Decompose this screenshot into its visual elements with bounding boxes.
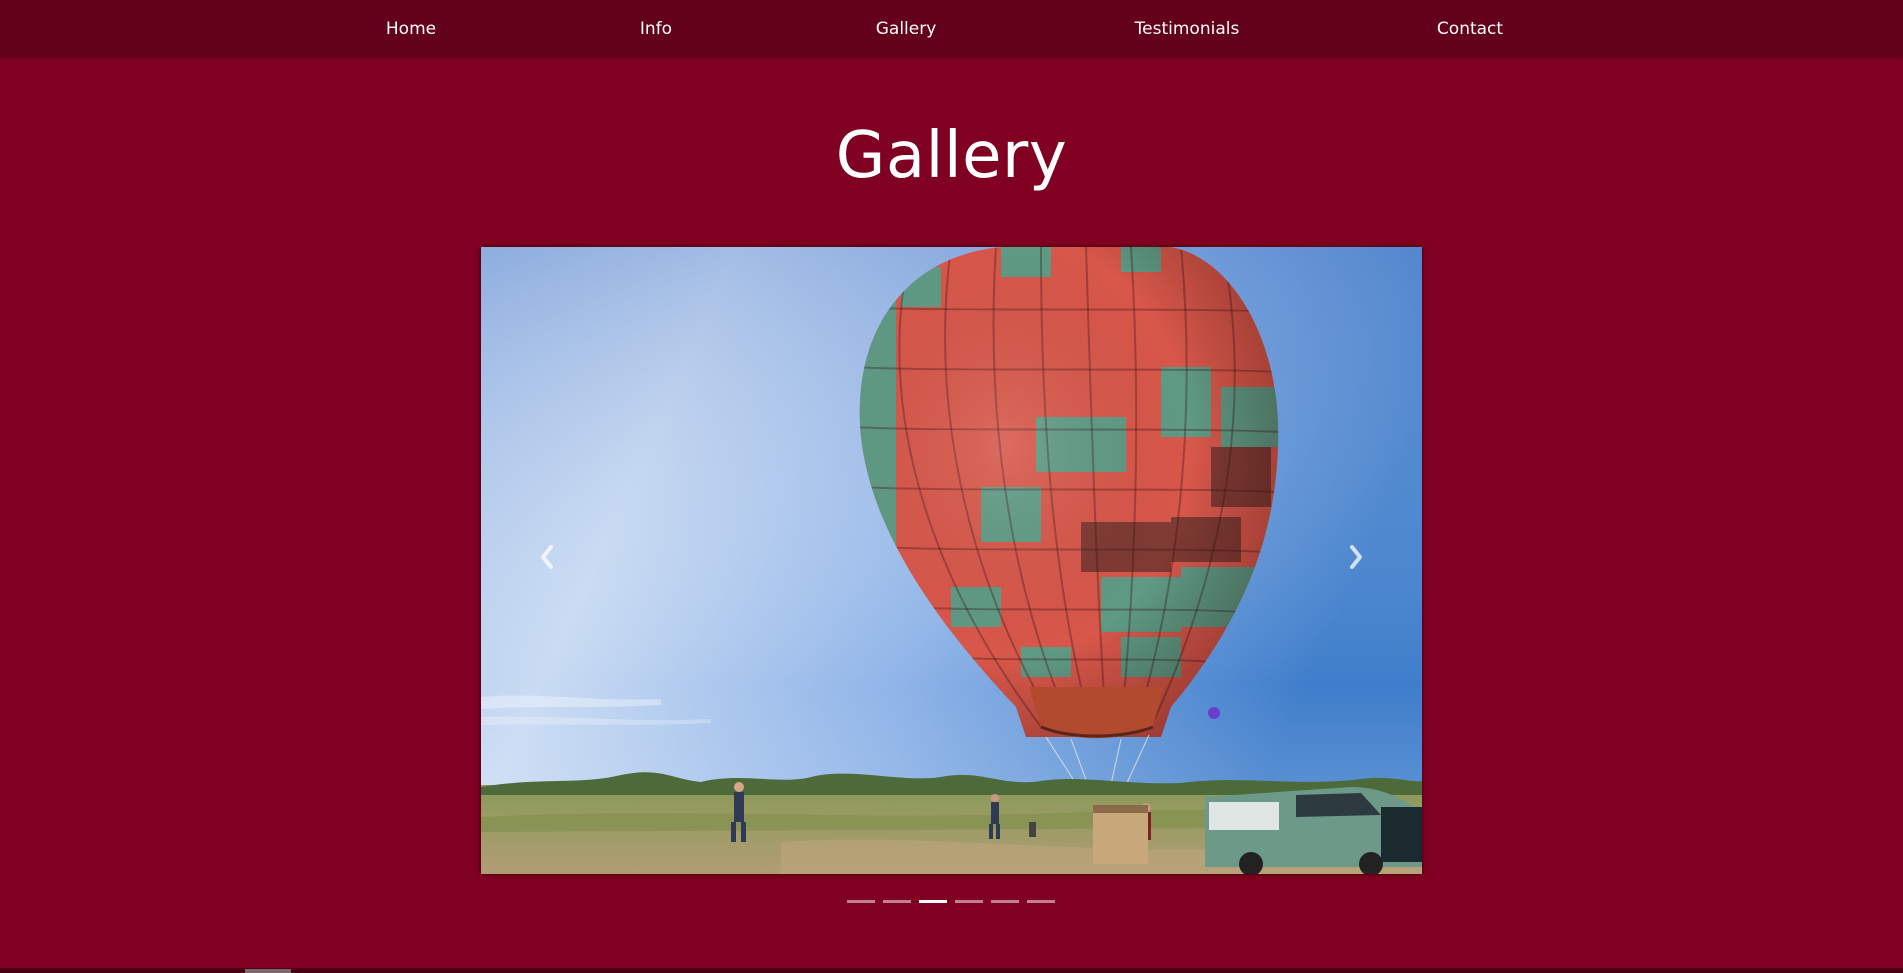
page-title: Gallery [835, 119, 1068, 193]
carousel-indicator-4[interactable] [955, 900, 983, 903]
scrollbar-thumb[interactable] [245, 969, 291, 973]
gallery-carousel [481, 247, 1422, 874]
nav-item-contact[interactable]: Contact [1437, 0, 1503, 56]
carousel-indicator-3[interactable] [919, 900, 947, 903]
carousel-indicator-5[interactable] [991, 900, 1019, 903]
carousel-indicator-2[interactable] [883, 900, 911, 903]
nav-item-home[interactable]: Home [386, 0, 436, 56]
carousel-prev-button[interactable] [517, 527, 577, 587]
nav-item-gallery[interactable]: Gallery [876, 0, 937, 56]
top-navbar: Home Info Gallery Testimonials Contact [0, 0, 1903, 56]
nav-item-info[interactable]: Info [640, 0, 672, 56]
nav-item-testimonials[interactable]: Testimonials [1135, 0, 1240, 56]
chevron-right-icon [1350, 545, 1362, 569]
carousel-next-button[interactable] [1326, 527, 1386, 587]
carousel-indicator-6[interactable] [1027, 900, 1055, 903]
hot-air-balloon-photo [481, 247, 1422, 874]
carousel-indicator-1[interactable] [847, 900, 875, 903]
carousel-indicators [847, 900, 1055, 904]
chevron-left-icon [541, 545, 553, 569]
